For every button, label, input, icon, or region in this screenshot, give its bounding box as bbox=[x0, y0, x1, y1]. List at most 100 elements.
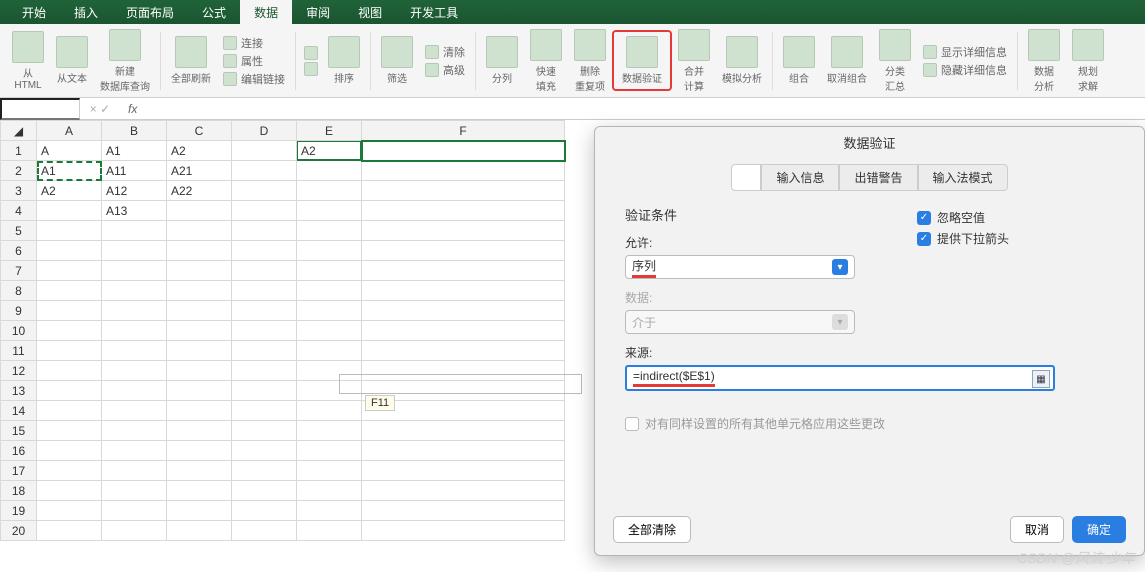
checkbox-dropdown-arrow[interactable]: ✓ 提供下拉箭头 bbox=[917, 230, 1009, 247]
cell[interactable] bbox=[232, 181, 297, 201]
row-header[interactable]: 6 bbox=[1, 241, 37, 261]
tab-dev[interactable]: 开发工具 bbox=[396, 0, 472, 24]
cell[interactable]: A bbox=[37, 141, 102, 161]
cell[interactable]: A22 bbox=[167, 181, 232, 201]
btn-properties[interactable]: 属性 bbox=[223, 52, 285, 70]
cancel-button[interactable]: 取消 bbox=[1010, 516, 1064, 543]
cell[interactable] bbox=[362, 201, 565, 221]
formula-input[interactable] bbox=[145, 100, 1145, 118]
tab-start[interactable]: 开始 bbox=[8, 0, 60, 24]
btn-connections[interactable]: 连接 bbox=[223, 34, 285, 52]
col-header-D[interactable]: D bbox=[232, 121, 297, 141]
btn-remove-dup[interactable]: 删除 重复项 bbox=[568, 27, 612, 95]
btn-consolidate[interactable]: 合并 计算 bbox=[672, 27, 716, 95]
row-header[interactable]: 15 bbox=[1, 421, 37, 441]
apply-all-note[interactable]: ✓ 对有同样设置的所有其他单元格应用这些更改 bbox=[625, 415, 1114, 432]
btn-subtotal[interactable]: 分类 汇总 bbox=[873, 27, 917, 95]
row-header[interactable]: 9 bbox=[1, 301, 37, 321]
cell-A2-copy[interactable]: A1 bbox=[37, 161, 102, 181]
btn-data-analysis[interactable]: 数据 分析 bbox=[1022, 27, 1066, 95]
btn-edit-links[interactable]: 编辑链接 bbox=[223, 70, 285, 88]
row-header[interactable]: 12 bbox=[1, 361, 37, 381]
btn-refresh-all[interactable]: 全部刷新 bbox=[165, 34, 217, 87]
row-header[interactable]: 8 bbox=[1, 281, 37, 301]
cell[interactable] bbox=[362, 161, 565, 181]
btn-solver[interactable]: 规划 求解 bbox=[1066, 27, 1110, 95]
row-header[interactable]: 3 bbox=[1, 181, 37, 201]
col-header-F[interactable]: F bbox=[362, 121, 565, 141]
cancel-enter-icons[interactable]: × ✓ bbox=[80, 102, 120, 116]
cell[interactable] bbox=[167, 201, 232, 221]
name-box[interactable] bbox=[0, 98, 80, 120]
ok-button[interactable]: 确定 bbox=[1072, 516, 1126, 543]
select-all-corner[interactable]: ◢ bbox=[1, 121, 37, 141]
dialog-tab-ime[interactable]: 输入法模式 bbox=[918, 164, 1008, 191]
col-header-B[interactable]: B bbox=[102, 121, 167, 141]
cell[interactable]: A12 bbox=[102, 181, 167, 201]
cell-E1[interactable]: A2 bbox=[297, 141, 362, 161]
btn-sort[interactable]: 排序 bbox=[322, 34, 366, 87]
row-header[interactable]: 4 bbox=[1, 201, 37, 221]
cell-F1[interactable] bbox=[362, 141, 565, 161]
btn-sort-asc[interactable] bbox=[304, 45, 318, 61]
row-header[interactable]: 5 bbox=[1, 221, 37, 241]
btn-ungroup[interactable]: 取消组合 bbox=[821, 34, 873, 87]
btn-from-text[interactable]: 从文本 bbox=[50, 34, 94, 87]
row-header[interactable]: 11 bbox=[1, 341, 37, 361]
cell[interactable]: A1 bbox=[102, 141, 167, 161]
tab-data[interactable]: 数据 bbox=[240, 0, 292, 24]
tab-view[interactable]: 视图 bbox=[344, 0, 396, 24]
btn-text-to-columns[interactable]: 分列 bbox=[480, 34, 524, 87]
cell[interactable]: A21 bbox=[167, 161, 232, 181]
cell[interactable] bbox=[232, 141, 297, 161]
col-header-C[interactable]: C bbox=[167, 121, 232, 141]
cell[interactable]: A11 bbox=[102, 161, 167, 181]
dialog-tab-settings[interactable] bbox=[731, 164, 761, 191]
dialog-tab-input-msg[interactable]: 输入信息 bbox=[761, 164, 839, 191]
cell[interactable] bbox=[297, 161, 362, 181]
cell[interactable] bbox=[37, 201, 102, 221]
clear-all-button[interactable]: 全部清除 bbox=[613, 516, 691, 543]
btn-sort-desc[interactable] bbox=[304, 61, 318, 77]
cell[interactable] bbox=[297, 181, 362, 201]
source-input[interactable]: =indirect($E$1) ▦ bbox=[625, 365, 1055, 391]
btn-hide-detail[interactable]: 隐藏详细信息 bbox=[923, 61, 1007, 79]
row-header[interactable]: 17 bbox=[1, 461, 37, 481]
btn-whatif[interactable]: 模拟分析 bbox=[716, 34, 768, 87]
col-header-A[interactable]: A bbox=[37, 121, 102, 141]
fx-icon[interactable]: fx bbox=[120, 102, 145, 116]
range-picker-icon[interactable]: ▦ bbox=[1032, 370, 1050, 388]
btn-show-detail[interactable]: 显示详细信息 bbox=[923, 43, 1007, 61]
col-header-E[interactable]: E bbox=[297, 121, 362, 141]
cell[interactable] bbox=[297, 201, 362, 221]
row-header[interactable]: 20 bbox=[1, 521, 37, 541]
row-header[interactable]: 19 bbox=[1, 501, 37, 521]
cell[interactable] bbox=[232, 161, 297, 181]
tab-insert[interactable]: 插入 bbox=[60, 0, 112, 24]
btn-new-query[interactable]: 新建 数据库查询 bbox=[94, 27, 156, 95]
checkbox-ignore-blank[interactable]: ✓ 忽略空值 bbox=[917, 209, 1009, 226]
cell[interactable] bbox=[362, 181, 565, 201]
tab-review[interactable]: 审阅 bbox=[292, 0, 344, 24]
btn-group[interactable]: 组合 bbox=[777, 34, 821, 87]
select-allow[interactable]: 序列 ▾ bbox=[625, 255, 855, 279]
cell[interactable]: A2 bbox=[37, 181, 102, 201]
btn-data-validation[interactable]: 数据验证 bbox=[616, 34, 668, 87]
dialog-tab-error[interactable]: 出错警告 bbox=[839, 164, 917, 191]
cell[interactable]: A13 bbox=[102, 201, 167, 221]
row-header[interactable]: 14 bbox=[1, 401, 37, 421]
cell[interactable]: A2 bbox=[167, 141, 232, 161]
btn-clear[interactable]: 清除 bbox=[425, 43, 465, 61]
row-header[interactable]: 18 bbox=[1, 481, 37, 501]
spreadsheet-grid[interactable]: ◢ A B C D E F 1 A A1 A2 A2 2 A1 A11 A21 … bbox=[0, 120, 565, 541]
btn-from-html[interactable]: 从 HTML bbox=[6, 29, 50, 93]
row-header[interactable]: 7 bbox=[1, 261, 37, 281]
btn-flash-fill[interactable]: 快速 填充 bbox=[524, 27, 568, 95]
tab-formula[interactable]: 公式 bbox=[188, 0, 240, 24]
cell[interactable] bbox=[232, 201, 297, 221]
row-header[interactable]: 2 bbox=[1, 161, 37, 181]
tab-layout[interactable]: 页面布局 bbox=[112, 0, 188, 24]
btn-advanced[interactable]: 高级 bbox=[425, 61, 465, 79]
row-header[interactable]: 10 bbox=[1, 321, 37, 341]
btn-filter[interactable]: 筛选 bbox=[375, 34, 419, 87]
